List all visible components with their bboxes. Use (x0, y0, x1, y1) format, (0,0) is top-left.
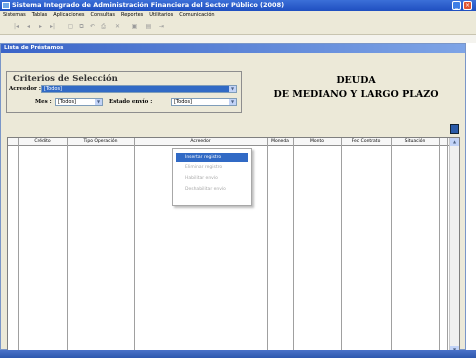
app-icon (2, 2, 10, 9)
taskbar (0, 350, 476, 358)
heading-line1: DEUDA (336, 75, 376, 86)
toolbar: |◂ ◂ ▸ ▸| ▢ ⧉ ↶ ⎙ ✕ ▣ ▤ ⇥ (0, 19, 476, 35)
mes-label: Mes : (35, 99, 52, 105)
column-divider (134, 138, 135, 354)
first-icon[interactable]: |◂ (12, 23, 21, 31)
grid-header: Crédito Tipo Operación Acreedor Moneda M… (8, 138, 449, 146)
menu-item-eliminar-registro[interactable]: Eliminar registro (176, 163, 248, 172)
menu-item-habilitar-envio[interactable]: Habilitar envío (176, 174, 248, 183)
menu-item-deshabilitar-envio[interactable]: Deshabilitar envío (176, 185, 248, 194)
estado-envio-label: Estado envío : (109, 99, 153, 105)
menu-aplicaciones[interactable]: Aplicaciones (50, 11, 87, 19)
estado-envio-select[interactable]: [Todos] ▼ (171, 98, 237, 106)
column-divider (293, 138, 294, 354)
app-title-bar: Sistema Integrado de Administración Fina… (0, 0, 476, 11)
column-divider (391, 138, 392, 354)
report-heading: DEUDA DE MEDIANO Y LARGO PLAZO (249, 74, 463, 102)
column-divider (341, 138, 342, 354)
col-credito[interactable]: Crédito (18, 138, 67, 146)
save-icon[interactable]: ▤ (144, 23, 153, 31)
print-icon[interactable]: ⎙ (99, 23, 108, 31)
mes-value: [Todos] (58, 99, 77, 105)
minimize-icon[interactable]: _ (452, 1, 461, 10)
column-divider (267, 138, 268, 354)
image-icon[interactable]: ▣ (130, 23, 139, 31)
acreedor-value: [Todos] (44, 86, 63, 92)
menu-comunicacion[interactable]: Comunicación (176, 11, 217, 19)
chevron-down-icon[interactable]: ▼ (229, 99, 236, 105)
chevron-down-icon[interactable]: ▼ (95, 99, 102, 105)
col-moneda[interactable]: Moneda (267, 138, 293, 146)
menu-sistemas[interactable]: Sistemas (0, 11, 29, 19)
acreedor-label: Acreedor : (9, 86, 41, 92)
criteria-title: Criterios de Selección (13, 74, 118, 84)
menu-utilitarios[interactable]: Utilitarios (146, 11, 176, 19)
menu-item-insertar-registro[interactable]: Insertar registro (176, 153, 248, 162)
delete-icon[interactable]: ✕ (113, 23, 122, 31)
column-divider (447, 138, 448, 354)
col-acreedor[interactable]: Acreedor (134, 138, 267, 146)
workspace-background (0, 35, 476, 43)
selection-criteria-panel: Criterios de Selección Acreedor : [Todos… (6, 71, 242, 113)
col-fec-contrato[interactable]: Fec Contrato (341, 138, 391, 146)
menu-consultas[interactable]: Consultas (88, 11, 119, 19)
context-menu: Insertar registro Eliminar registro Habi… (172, 148, 252, 206)
last-icon[interactable]: ▸| (48, 23, 57, 31)
column-divider (67, 138, 68, 354)
menu-bar: Sistemas Tablas Aplicaciones Consultas Repor… (0, 11, 476, 19)
col-situacion[interactable]: Situación (391, 138, 439, 146)
copy-icon[interactable]: ⧉ (77, 23, 86, 31)
undo-icon[interactable]: ↶ (88, 23, 97, 31)
mes-select[interactable]: [Todos] ▼ (55, 98, 103, 106)
next-icon[interactable]: ▸ (36, 23, 45, 31)
estado-envio-value: [Todos] (174, 99, 193, 105)
book-icon[interactable] (450, 124, 459, 134)
menu-reportes[interactable]: Reportes (118, 11, 146, 19)
prev-icon[interactable]: ◂ (24, 23, 33, 31)
heading-line2: DE MEDIANO Y LARGO PLAZO (273, 89, 439, 100)
app-title: Sistema Integrado de Administración Fina… (12, 1, 285, 9)
form-title-bar: Lista de Préstamos (1, 44, 465, 53)
scroll-up-icon[interactable]: ▲ (450, 138, 459, 146)
vertical-scrollbar[interactable]: ▲ ▼ (449, 138, 459, 354)
new-icon[interactable]: ▢ (66, 23, 75, 31)
form-title: Lista de Préstamos (4, 45, 64, 51)
col-tipo-operacion[interactable]: Tipo Operación (67, 138, 134, 146)
chevron-down-icon[interactable]: ▼ (229, 86, 236, 92)
column-divider (439, 138, 440, 354)
exit-icon[interactable]: ⇥ (157, 23, 166, 31)
menu-tablas[interactable]: Tablas (29, 11, 51, 19)
col-monto[interactable]: Monto (293, 138, 341, 146)
acreedor-select[interactable]: [Todos] ▼ (41, 85, 237, 93)
close-icon[interactable]: × (463, 1, 472, 10)
row-marker-column (18, 138, 19, 354)
